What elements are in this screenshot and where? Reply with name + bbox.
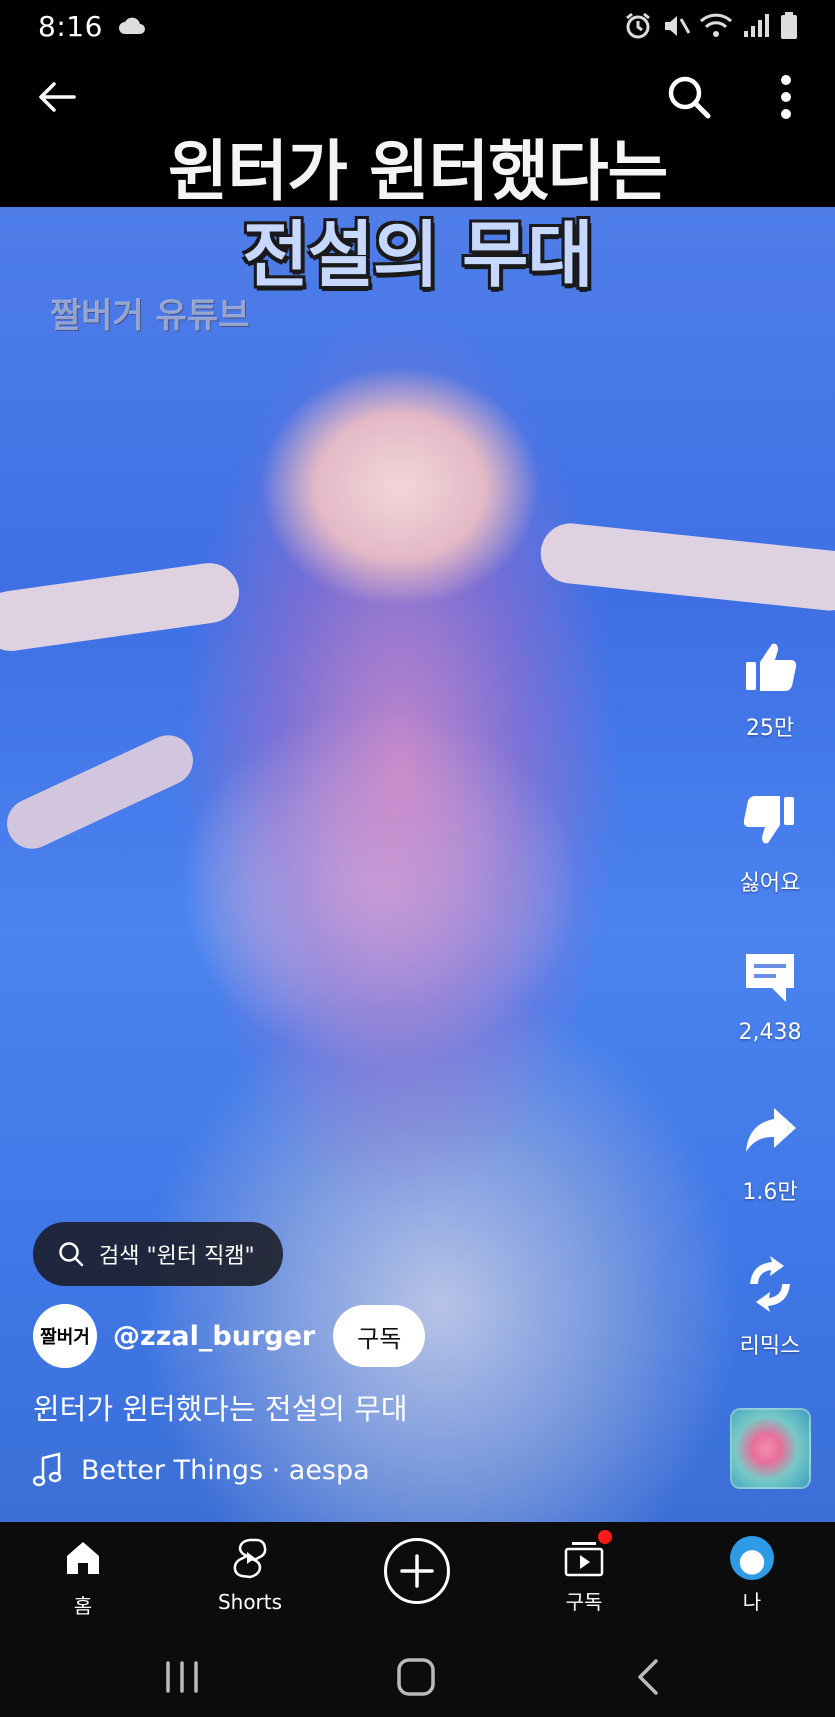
video-watermark: 짤버거 유튜브 xyxy=(50,296,250,336)
thumbs-up-icon xyxy=(746,643,797,691)
search-icon xyxy=(59,1242,84,1267)
search-suggestion-pill[interactable]: 검색 "윈터 직캠" xyxy=(33,1222,283,1286)
nav-home[interactable]: 홈 xyxy=(23,1536,143,1619)
remix-button[interactable]: 리믹스 xyxy=(715,1254,825,1360)
share-button[interactable]: 1.6만 xyxy=(715,1100,825,1206)
music-title: Better Things · aespa xyxy=(81,1454,370,1486)
recent-apps-icon[interactable] xyxy=(160,1655,204,1699)
back-chevron-icon[interactable] xyxy=(628,1655,672,1699)
notification-dot xyxy=(598,1530,612,1544)
remix-label: 리믹스 xyxy=(739,1334,801,1359)
video-overlay-title-line2: 전설의 무대 xyxy=(242,213,593,297)
music-note-icon xyxy=(33,1452,62,1487)
nav-home-label: 홈 xyxy=(73,1594,93,1618)
subscribe-button[interactable]: 구독 xyxy=(333,1305,426,1367)
sound-thumbnail[interactable] xyxy=(730,1408,811,1489)
status-bar: 8:16 xyxy=(0,0,835,52)
cloud-icon xyxy=(118,17,145,34)
music-row[interactable]: Better Things · aespa xyxy=(33,1452,370,1488)
back-arrow-icon[interactable] xyxy=(34,74,80,120)
nav-shorts-label: Shorts xyxy=(217,1590,283,1614)
share-arrow-icon xyxy=(746,1108,796,1152)
video-figure-arm xyxy=(0,559,243,655)
system-nav-bar xyxy=(0,1635,835,1717)
comment-icon xyxy=(746,954,794,1002)
dislike-button[interactable]: 싫어요 xyxy=(715,791,825,897)
plus-icon xyxy=(400,1554,434,1588)
nav-shorts[interactable]: Shorts xyxy=(190,1536,310,1614)
like-button[interactable]: 25만 xyxy=(715,636,825,742)
channel-avatar[interactable]: 짤버거 xyxy=(33,1304,97,1368)
more-vertical-icon[interactable] xyxy=(770,70,802,124)
home-square-icon[interactable] xyxy=(394,1655,438,1699)
video-figure-arm xyxy=(537,520,835,614)
video-caption[interactable]: 윈터가 윈터했다는 전설의 무대 xyxy=(33,1386,408,1428)
create-button[interactable] xyxy=(384,1538,450,1604)
video-figure-arm xyxy=(0,727,202,857)
nav-me[interactable]: 나 xyxy=(692,1536,812,1615)
share-count: 1.6만 xyxy=(742,1180,798,1205)
nav-me-label: 나 xyxy=(742,1590,762,1614)
dislike-label: 싫어요 xyxy=(739,871,801,896)
search-suggestion-text: 검색 "윈터 직캠" xyxy=(99,1244,255,1269)
home-icon xyxy=(67,1542,99,1574)
alarm-icon xyxy=(626,12,650,39)
signal-icon xyxy=(744,14,769,37)
search-icon[interactable] xyxy=(664,72,714,122)
nav-subscriptions-label: 구독 xyxy=(565,1590,603,1614)
remix-icon xyxy=(750,1256,790,1312)
channel-handle[interactable]: @zzal_burger xyxy=(113,1321,315,1352)
bottom-nav: 홈 Shorts 구독 나 xyxy=(0,1522,835,1635)
mute-icon xyxy=(665,16,691,36)
battery-icon xyxy=(781,12,797,39)
status-time: 8:16 xyxy=(38,9,103,43)
wifi-icon xyxy=(699,13,733,37)
thumbs-down-icon xyxy=(743,796,794,844)
subscriptions-icon xyxy=(562,1530,612,1580)
comments-button[interactable]: 2,438 xyxy=(715,946,825,1045)
like-count: 25만 xyxy=(745,716,795,741)
channel-row: 짤버거 @zzal_burger 구독 xyxy=(33,1304,426,1368)
nav-subscriptions[interactable]: 구독 xyxy=(524,1530,644,1615)
comment-count: 2,438 xyxy=(738,1020,802,1045)
shorts-icon xyxy=(233,1538,267,1579)
profile-avatar xyxy=(730,1536,774,1580)
